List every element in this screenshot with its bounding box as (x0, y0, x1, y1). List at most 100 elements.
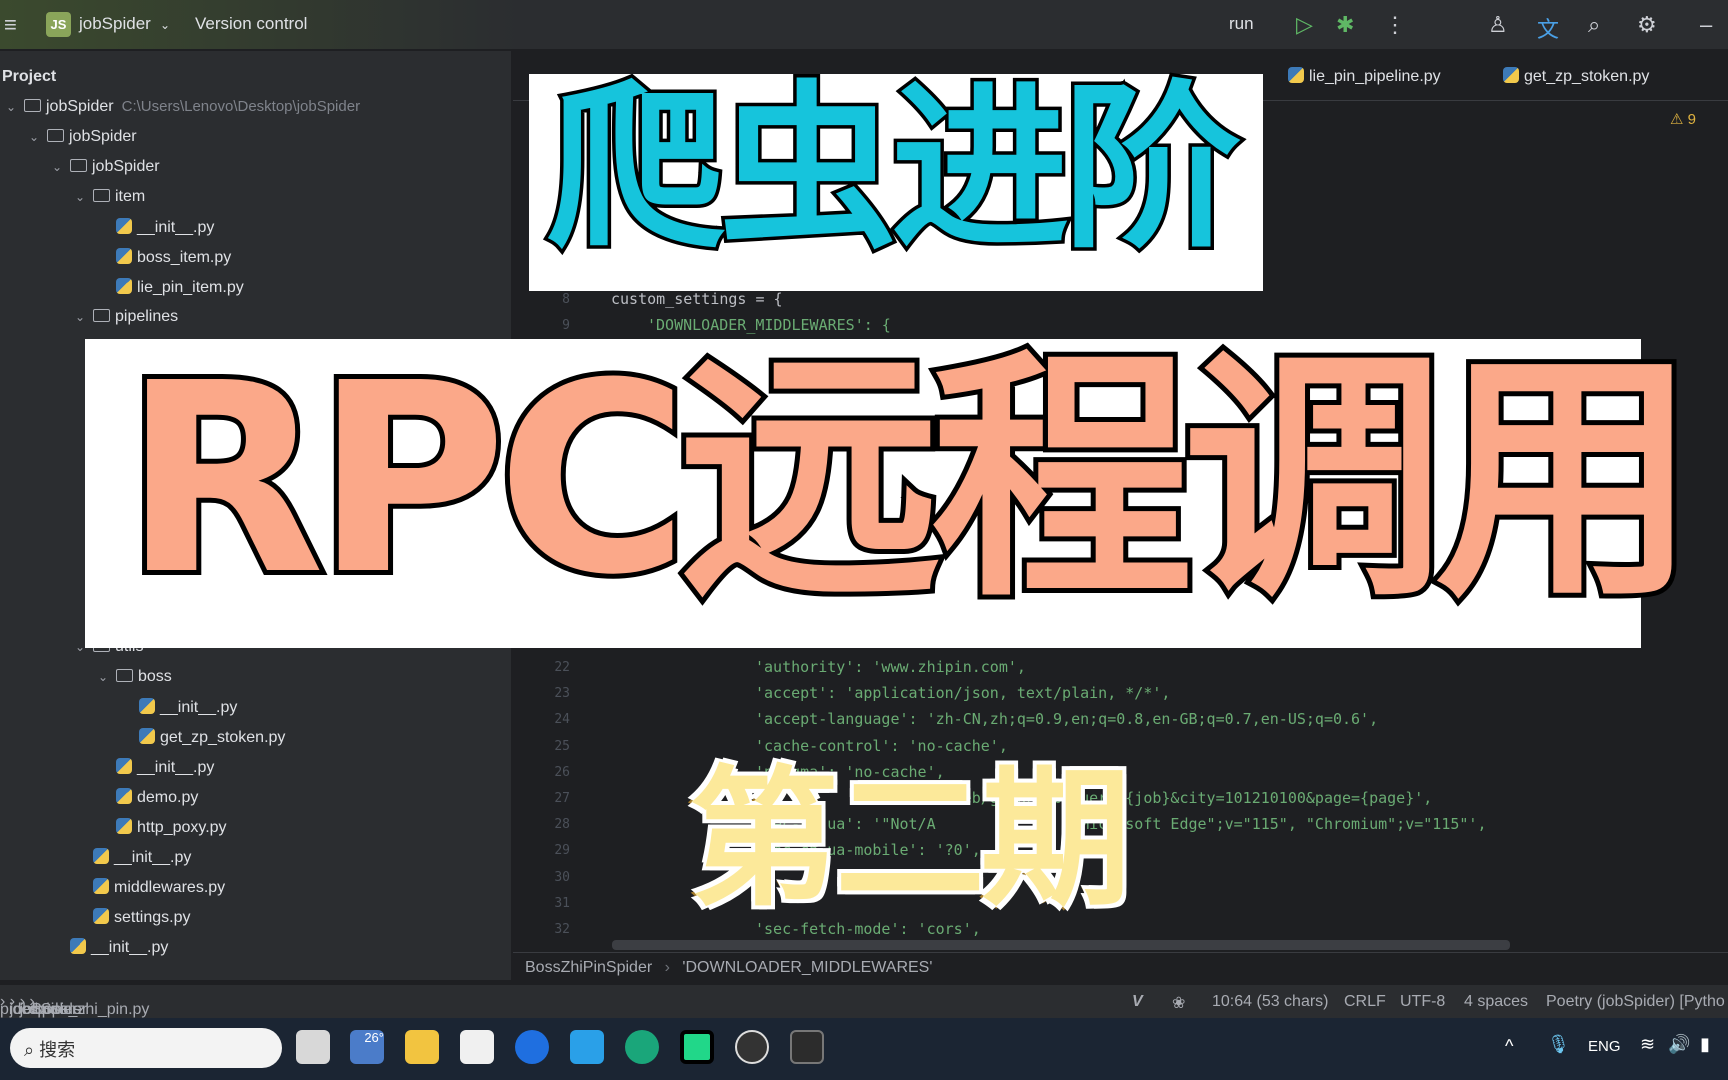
tree-file[interactable]: __init__.py (98, 758, 214, 777)
tray-overflow-icon[interactable]: ^ (1505, 1036, 1513, 1057)
line-number: 23 (554, 686, 570, 702)
paw-icon[interactable]: ❀ (1172, 993, 1185, 1013)
tree-file[interactable]: settings.py (75, 908, 190, 927)
chevron-down-icon[interactable]: ⌄ (52, 160, 70, 174)
translate-icon[interactable]: 文 (1537, 12, 1559, 44)
tree-item-label: item (115, 188, 146, 205)
store-icon[interactable] (460, 1030, 494, 1064)
python-file-icon (93, 878, 109, 894)
python-file-icon (116, 218, 132, 234)
tree-folder[interactable]: ⌄ jobSpider (52, 158, 160, 176)
minimize-icon[interactable]: – (1700, 12, 1712, 38)
tree-file[interactable]: http_poxy.py (98, 818, 227, 837)
task-view-icon[interactable] (296, 1030, 330, 1064)
tab-lie-pin-pipeline[interactable]: lie_pin_pipeline.py (1288, 67, 1441, 86)
line-number: 32 (554, 922, 570, 937)
line-number: 8 (562, 292, 570, 307)
code-line[interactable]: 'accept-language': 'zh-CN,zh;q=0.9,en;q=… (755, 710, 1378, 728)
code-line[interactable]: 'cache-control': 'no-cache', (755, 737, 1008, 755)
tree-file[interactable]: __init__.py (98, 218, 214, 237)
folder-icon (93, 309, 110, 322)
chevron-down-icon[interactable]: ⌄ (29, 130, 47, 144)
indent-setting[interactable]: 4 spaces (1464, 993, 1528, 1011)
mail-icon[interactable] (570, 1030, 604, 1064)
crumb-key[interactable]: 'DOWNLOADER_MIDDLEWARES' (682, 959, 932, 976)
python-file-icon (70, 938, 86, 954)
vcs-menu[interactable]: Version control (195, 14, 307, 34)
battery-icon[interactable]: ▮ (1700, 1034, 1710, 1055)
run-config-selector[interactable]: run (1229, 14, 1254, 34)
chevron-down-icon[interactable]: ⌄ (75, 190, 93, 204)
tree-folder[interactable]: ⌄ boss (98, 668, 172, 686)
tree-file[interactable]: __init__.py (75, 848, 191, 867)
editor-breadcrumb: BossZhiPinSpider › 'DOWNLOADER_MIDDLEWAR… (513, 952, 1728, 984)
interpreter[interactable]: Poetry (jobSpider) [Pytho (1546, 993, 1725, 1011)
line-separator[interactable]: CRLF (1344, 993, 1386, 1011)
status-path[interactable]: pider › jobSpider › jobSpider › spiders … (0, 993, 149, 1018)
tree-item-label: jobSpider (92, 158, 160, 175)
python-file-icon (116, 248, 132, 264)
chevron-down-icon[interactable]: ⌄ (6, 100, 24, 114)
python-file-icon (139, 698, 155, 714)
line-number: 25 (554, 738, 570, 754)
caret-position[interactable]: 10:64 (53 chars) (1212, 993, 1329, 1011)
line-number: 26 (554, 764, 570, 780)
gear-icon[interactable]: ⚙ (1637, 12, 1657, 38)
folder-icon (93, 189, 110, 202)
run-icon[interactable]: ▷ (1296, 12, 1313, 38)
tree-item-label: http_poxy.py (137, 819, 227, 836)
project-panel-header[interactable]: Project (2, 68, 56, 86)
title-main-text: RPC远程调用 (118, 327, 1702, 632)
chevron-down-icon[interactable]: ⌄ (98, 670, 116, 684)
tree-file[interactable]: __init__.py (52, 938, 168, 957)
project-selector[interactable]: jobSpider (79, 14, 151, 34)
file-explorer-icon[interactable] (405, 1030, 439, 1064)
wifi-icon[interactable]: ≋ (1640, 1034, 1655, 1055)
edge-icon[interactable] (625, 1030, 659, 1064)
project-badge: JS (46, 12, 71, 37)
vim-icon[interactable]: V (1132, 993, 1143, 1011)
taskbar-search[interactable]: ⌕ 搜索 (10, 1028, 282, 1068)
search-icon[interactable]: ⌕ (1588, 12, 1600, 38)
tree-file[interactable]: demo.py (98, 788, 198, 807)
code-line[interactable]: 'accept': 'application/json, text/plain,… (755, 684, 1170, 702)
terminal-icon[interactable] (790, 1030, 824, 1064)
microphone-icon[interactable]: 🎙 (1547, 1034, 1570, 1055)
title-banner-top: 爬虫进阶 (529, 74, 1263, 291)
folder-icon (70, 159, 87, 172)
python-file-icon (116, 758, 132, 774)
tree-folder[interactable]: ⌄ item (75, 188, 145, 206)
chevron-down-icon[interactable]: ⌄ (75, 310, 93, 324)
crumb-class[interactable]: BossZhiPinSpider (525, 959, 652, 976)
tree-file[interactable]: __init__.py (121, 698, 237, 717)
main-menu-icon[interactable]: ≡ (4, 12, 17, 38)
tree-folder[interactable]: ⌄ jobSpider C:\Users\Lenovo\Desktop\jobSpi… (6, 98, 360, 116)
lenovo-icon[interactable] (515, 1030, 549, 1064)
tree-item-label: jobSpider (46, 98, 114, 115)
language-indicator[interactable]: ENG (1588, 1038, 1621, 1055)
tree-file[interactable]: get_zp_stoken.py (121, 728, 285, 747)
tree-folder[interactable]: ⌄ jobSpider (29, 128, 137, 146)
tree-item-label: settings.py (114, 909, 191, 926)
tree-file[interactable]: lie_pin_item.py (98, 278, 244, 297)
horizontal-scrollbar[interactable] (612, 940, 1510, 950)
tab-get-zp-stoken[interactable]: get_zp_stoken.py (1503, 67, 1649, 86)
code-line[interactable]: custom_settings = { (611, 290, 783, 308)
line-number: 30 (554, 869, 570, 885)
tree-item-label: __init__.py (137, 759, 215, 776)
weather-icon[interactable]: 26° (350, 1030, 384, 1064)
file-encoding[interactable]: UTF-8 (1400, 993, 1445, 1011)
code-line[interactable]: 'authority': 'www.zhipin.com', (755, 658, 1026, 676)
debug-icon[interactable]: ✱ (1336, 12, 1354, 38)
pycharm-icon[interactable] (680, 1030, 714, 1064)
python-file-icon (116, 788, 132, 804)
warnings-count[interactable]: ⚠ 9 (1670, 110, 1696, 128)
python-file-icon (93, 908, 109, 924)
tree-folder[interactable]: ⌄ pipelines (75, 308, 178, 326)
obs-icon[interactable] (735, 1030, 769, 1064)
add-user-icon[interactable]: ♙ (1488, 12, 1508, 38)
tree-file[interactable]: boss_item.py (98, 248, 231, 267)
tree-file[interactable]: middlewares.py (75, 878, 225, 897)
more-icon[interactable]: ⋮ (1384, 12, 1406, 38)
volume-icon[interactable]: 🔊 (1668, 1034, 1690, 1055)
